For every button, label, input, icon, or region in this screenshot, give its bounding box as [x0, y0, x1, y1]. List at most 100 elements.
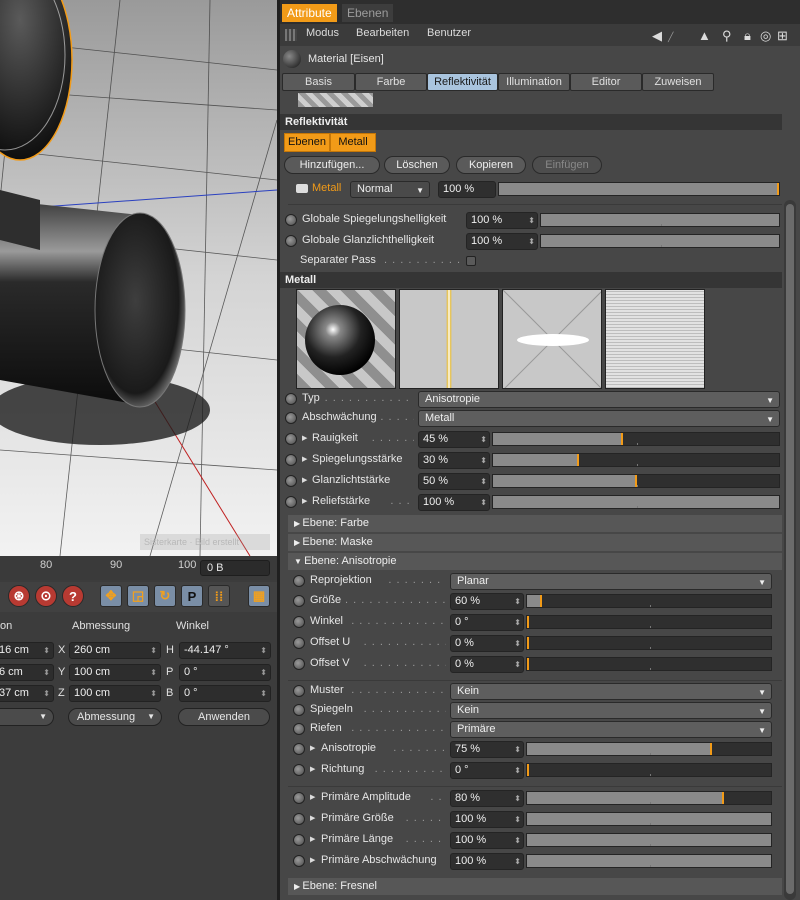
stepper-icon[interactable]: ⬍ — [43, 643, 50, 658]
animate-radio-icon[interactable] — [285, 454, 297, 466]
animate-radio-icon[interactable] — [293, 792, 305, 804]
tab-metall-layer[interactable]: Metall — [330, 133, 376, 152]
param-value-field[interactable]: 0 ° ⬍ — [450, 614, 524, 631]
expand-arrow-icon[interactable]: ▶ — [310, 744, 315, 752]
back-arrow-icon[interactable]: ◀ — [652, 28, 662, 44]
rotation-p-field[interactable]: 0 ° ⬍ — [179, 664, 271, 681]
animate-radio-icon[interactable] — [293, 637, 305, 649]
search-icon[interactable]: ⚲ — [722, 28, 732, 44]
animate-radio-icon[interactable] — [293, 813, 305, 825]
expand-arrow-icon[interactable]: ▶ — [302, 497, 307, 505]
size-z-field[interactable]: 100 cm ⬍ — [69, 685, 161, 702]
animate-radio-icon[interactable] — [293, 834, 305, 846]
stepper-icon[interactable]: ⬍ — [514, 791, 521, 806]
expand-arrow-icon[interactable]: ▶ — [302, 476, 307, 484]
animate-radio-icon[interactable] — [285, 235, 297, 247]
eye-icon[interactable] — [296, 184, 308, 193]
scrollbar-thumb[interactable] — [786, 204, 794, 894]
record-icon[interactable]: ⊛ — [8, 585, 30, 607]
param-slider[interactable] — [540, 213, 780, 227]
3d-viewport[interactable]: Sisterkarte · Bild erstellt — [0, 0, 277, 556]
animate-radio-icon[interactable] — [293, 595, 305, 607]
up-arrow-icon[interactable]: ▲ — [698, 28, 711, 43]
size-mode-dropdown[interactable]: Abmessung ▼ — [68, 708, 162, 726]
animate-radio-icon[interactable] — [293, 764, 305, 776]
animate-radio-icon[interactable] — [285, 475, 297, 487]
param-dropdown[interactable]: Kein ▼ — [450, 702, 772, 719]
tab-editor[interactable]: Editor — [570, 73, 642, 91]
param-value-field[interactable]: 100 % ⬍ — [450, 832, 524, 849]
rotate-key-icon[interactable]: ↻ — [154, 585, 176, 607]
param-slider[interactable] — [526, 812, 772, 826]
param-slider[interactable] — [526, 615, 772, 629]
film-strip-icon[interactable]: ▦ — [248, 585, 270, 607]
param-slider[interactable] — [526, 763, 772, 777]
menu-modus[interactable]: Modus — [306, 27, 339, 39]
animate-radio-icon[interactable] — [293, 575, 305, 587]
animate-radio-icon[interactable] — [285, 214, 297, 226]
stepper-icon[interactable]: ⬍ — [260, 643, 267, 658]
param-value-field[interactable]: 45 % ⬍ — [418, 431, 490, 448]
rotation-b-field[interactable]: 0 ° ⬍ — [179, 685, 271, 702]
param-value-field[interactable]: 100 % ⬍ — [418, 494, 490, 511]
tab-ebenen-layer[interactable]: Ebenen — [284, 133, 330, 152]
timeline-ruler[interactable]: 80 90 100 0 B — [0, 556, 277, 580]
expand-arrow-icon[interactable]: ▶ — [310, 856, 315, 864]
param-value-field[interactable]: 60 % ⬍ — [450, 593, 524, 610]
expand-arrow-icon[interactable]: ▶ — [310, 814, 315, 822]
param-value-field[interactable]: 100 % ⬍ — [466, 212, 538, 229]
param-slider[interactable] — [526, 636, 772, 650]
lock-icon[interactable]: 🔒︎ — [744, 28, 751, 44]
param-slider[interactable] — [526, 657, 772, 671]
stepper-icon[interactable]: ⬍ — [514, 763, 521, 778]
keyframe-help-icon[interactable]: ? — [62, 585, 84, 607]
animate-radio-icon[interactable] — [293, 723, 305, 735]
animate-radio-icon[interactable] — [285, 393, 297, 405]
position-y-field[interactable]: 6 cm ⬍ — [0, 664, 54, 681]
param-value-field[interactable]: 75 % ⬍ — [450, 741, 524, 758]
param-value-field[interactable]: 30 % ⬍ — [418, 452, 490, 469]
param-slider[interactable] — [492, 432, 780, 446]
separate-pass-checkbox[interactable] — [466, 256, 476, 266]
new-panel-icon[interactable]: ⊞ — [777, 28, 788, 44]
animate-radio-icon[interactable] — [293, 616, 305, 628]
param-value-field[interactable]: 100 % ⬍ — [466, 233, 538, 250]
position-z-field[interactable]: 37 cm ⬍ — [0, 685, 54, 702]
param-value-field[interactable]: 0 ° ⬍ — [450, 762, 524, 779]
stepper-icon[interactable]: ⬍ — [514, 657, 521, 672]
tab-attribute[interactable]: Attribute — [282, 4, 337, 22]
paste-layer-button[interactable]: Einfügen — [532, 156, 602, 174]
stepper-icon[interactable]: ⬍ — [528, 213, 535, 228]
stepper-icon[interactable]: ⬍ — [528, 234, 535, 249]
target-icon[interactable]: ◎ — [760, 28, 771, 44]
param-slider[interactable] — [526, 742, 772, 756]
stepper-icon[interactable]: ⬍ — [43, 665, 50, 680]
tab-zuweisen[interactable]: Zuweisen — [642, 73, 714, 91]
stepper-icon[interactable]: ⬍ — [150, 643, 157, 658]
stepper-icon[interactable]: ⬍ — [43, 686, 50, 701]
stepper-icon[interactable]: ⬍ — [260, 686, 267, 701]
param-slider[interactable] — [526, 854, 772, 868]
stepper-icon[interactable]: ⬍ — [480, 432, 487, 447]
param-dropdown[interactable]: Anisotropie ▼ — [418, 391, 780, 408]
point-level-icon[interactable]: ⁞⁞ — [208, 585, 230, 607]
animate-radio-icon[interactable] — [285, 433, 297, 445]
layer-name[interactable]: Metall — [312, 182, 341, 194]
coordinate-mode-dropdown[interactable]: ▼ — [0, 708, 54, 726]
param-value-field[interactable]: 80 % ⬍ — [450, 790, 524, 807]
animate-radio-icon[interactable] — [293, 855, 305, 867]
stepper-icon[interactable]: ⬍ — [514, 812, 521, 827]
stepper-icon[interactable]: ⬍ — [514, 615, 521, 630]
param-slider[interactable] — [526, 594, 772, 608]
fold-ebene-farbe[interactable]: ▶ Ebene: Farbe — [288, 515, 782, 532]
fold-ebene-maske[interactable]: ▶ Ebene: Maske — [288, 534, 782, 551]
param-slider[interactable] — [540, 234, 780, 248]
expand-arrow-icon[interactable]: ▶ — [310, 835, 315, 843]
param-slider[interactable] — [492, 474, 780, 488]
position-x-field[interactable]: 16 cm ⬍ — [0, 642, 54, 659]
animate-radio-icon[interactable] — [285, 412, 297, 424]
param-slider[interactable] — [526, 833, 772, 847]
expand-arrow-icon[interactable]: ▶ — [310, 765, 315, 773]
stepper-icon[interactable]: ⬍ — [514, 636, 521, 651]
param-dropdown[interactable]: Primäre ▼ — [450, 721, 772, 738]
